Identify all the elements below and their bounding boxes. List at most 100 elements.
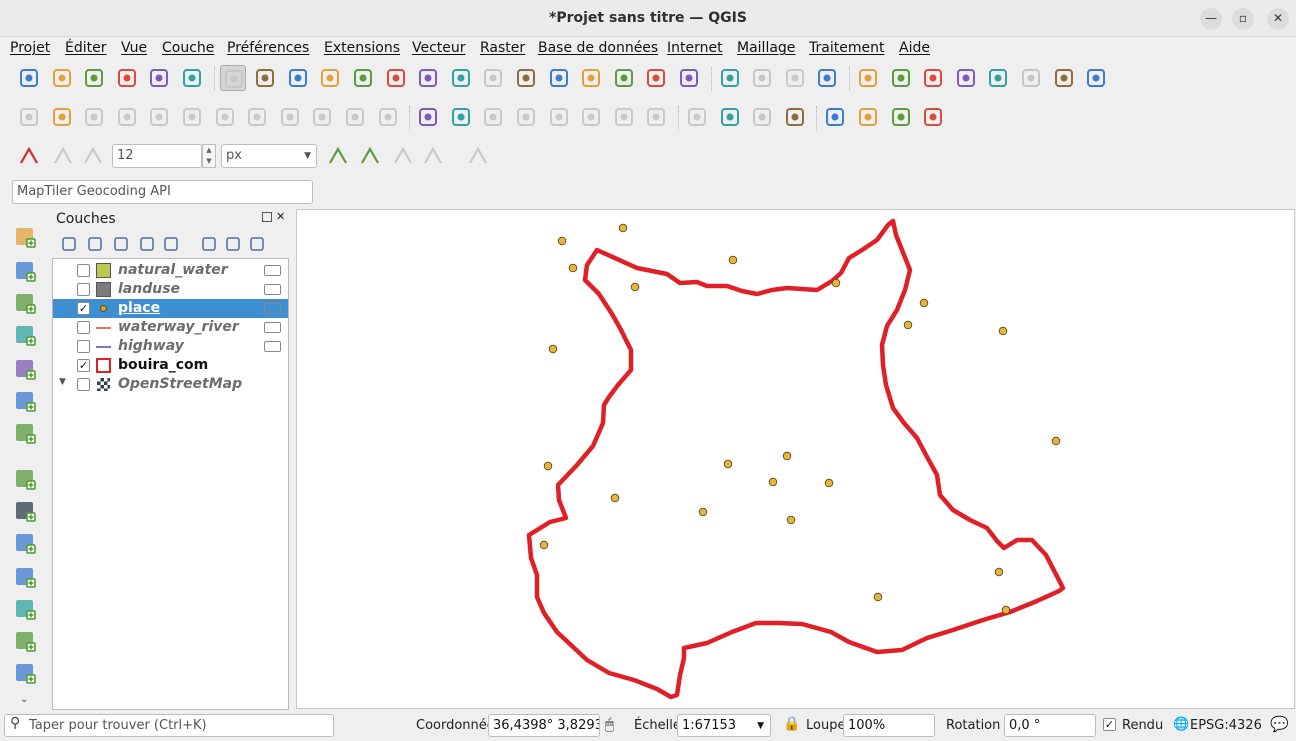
- wfs-icon[interactable]: [749, 104, 775, 130]
- open-project-icon[interactable]: [49, 65, 75, 91]
- identify-icon[interactable]: [855, 65, 881, 91]
- advanced-digitize-icon[interactable]: [357, 143, 383, 169]
- save-project-icon[interactable]: [81, 65, 107, 91]
- menu-internet[interactable]: Internet: [667, 40, 723, 56]
- add-xyz-icon[interactable]: [12, 564, 38, 590]
- menu-maillage[interactable]: Maillage: [737, 40, 795, 56]
- add-virtual-layer-icon[interactable]: [12, 420, 38, 446]
- snap-tolerance-input[interactable]: 12: [112, 144, 202, 168]
- zoom-to-layer-icon[interactable]: [415, 65, 441, 91]
- tracing-icon[interactable]: [325, 143, 351, 169]
- refresh-icon[interactable]: [676, 65, 702, 91]
- wms-icon[interactable]: [717, 104, 743, 130]
- statistics-icon[interactable]: [953, 65, 979, 91]
- menu-projet[interactable]: Projet: [10, 40, 50, 56]
- zoom-next-icon[interactable]: [513, 65, 539, 91]
- add-postgis-icon[interactable]: [12, 660, 38, 686]
- map-svg[interactable]: [297, 210, 1296, 710]
- deselect-icon[interactable]: [782, 65, 808, 91]
- add-group-icon[interactable]: [86, 235, 104, 253]
- merge-icon[interactable]: [465, 143, 491, 169]
- magnifier-field[interactable]: 100%: [843, 714, 935, 737]
- layer-row-landuse[interactable]: landuse: [53, 280, 288, 299]
- zoom-in-icon[interactable]: [285, 65, 311, 91]
- messages-icon[interactable]: 💬: [1270, 715, 1289, 733]
- locate-icon[interactable]: [1083, 65, 1109, 91]
- menu-préférences[interactable]: Préférences: [227, 40, 309, 56]
- paste-features-icon[interactable]: [309, 104, 335, 130]
- pan-icon[interactable]: [219, 65, 246, 91]
- render-checkbox[interactable]: ✓: [1103, 718, 1116, 731]
- select-features-icon[interactable]: [717, 65, 743, 91]
- copy-features-icon[interactable]: [277, 104, 303, 130]
- more-tools-chevron-icon[interactable]: ⌄: [20, 694, 28, 705]
- python-console-icon[interactable]: [822, 104, 848, 130]
- new-temporary-layer-icon[interactable]: [12, 530, 38, 556]
- new-geopackage-icon[interactable]: [12, 498, 38, 524]
- layer-row-place[interactable]: ✓ place: [53, 299, 288, 318]
- zoom-to-selection-icon[interactable]: [383, 65, 409, 91]
- modify-attributes-icon[interactable]: [179, 104, 205, 130]
- layer-visibility-checkbox[interactable]: [77, 378, 90, 391]
- move-label-icon[interactable]: [546, 104, 572, 130]
- menu-raster[interactable]: Raster: [480, 40, 525, 56]
- layer-visibility-checkbox[interactable]: [77, 340, 90, 353]
- delete-selected-icon[interactable]: [212, 104, 238, 130]
- zoom-full-icon[interactable]: [350, 65, 376, 91]
- menu-couche[interactable]: Couche: [162, 40, 214, 56]
- help-icon[interactable]: [855, 104, 881, 130]
- menu-traitement[interactable]: Traitement: [809, 40, 884, 56]
- menu-éditer[interactable]: Éditer: [65, 40, 106, 56]
- rotate-label-icon[interactable]: [578, 104, 604, 130]
- show-bookmarks-icon[interactable]: [578, 65, 604, 91]
- add-vector-layer-icon[interactable]: [12, 224, 38, 250]
- locator-search-input[interactable]: Taper pour trouver (Ctrl+K): [4, 714, 334, 737]
- new-bookmark-icon[interactable]: [546, 65, 572, 91]
- lock-scale-icon[interactable]: 🔒: [783, 716, 800, 732]
- digitize-icon[interactable]: [114, 104, 140, 130]
- coordinate-field[interactable]: 36,4398° 3,8293°: [488, 714, 600, 737]
- current-edits-icon[interactable]: [16, 104, 42, 130]
- rotation-field[interactable]: 0,0 °: [1004, 714, 1096, 737]
- layer-row-highway[interactable]: highway: [53, 337, 288, 356]
- map-tips-icon[interactable]: [1051, 65, 1077, 91]
- filter-indicator-icon[interactable]: [264, 284, 281, 295]
- mouse-coordinate-toggle-icon[interactable]: 🖱: [605, 715, 614, 733]
- add-raster-layer-icon[interactable]: [12, 258, 38, 284]
- manage-visibility-icon[interactable]: [112, 235, 130, 253]
- cut-features-icon[interactable]: [244, 104, 270, 130]
- clock-icon[interactable]: [643, 65, 669, 91]
- quickosm-icon[interactable]: [888, 104, 914, 130]
- menu-vue[interactable]: Vue: [121, 40, 147, 56]
- collapse-all-icon[interactable]: [224, 235, 242, 253]
- filter-indicator-icon[interactable]: [264, 341, 281, 352]
- scale-combo[interactable]: 1:67153 ▼: [677, 714, 771, 737]
- open-field-calculator-icon[interactable]: [985, 65, 1011, 91]
- zoom-native-icon[interactable]: [448, 65, 474, 91]
- filter-indicator-icon[interactable]: [264, 303, 281, 314]
- diagram-icon[interactable]: [684, 104, 710, 130]
- expand-all-icon[interactable]: [200, 235, 218, 253]
- add-mesh-layer-icon[interactable]: [12, 356, 38, 382]
- layer-visibility-checkbox[interactable]: ✓: [77, 302, 90, 315]
- snap-unit-select[interactable]: px ▼: [221, 144, 317, 168]
- map-canvas[interactable]: [296, 209, 1295, 709]
- layout-manager-icon[interactable]: [146, 65, 172, 91]
- layer-labeling-icon[interactable]: [448, 104, 474, 130]
- add-spatialite-icon[interactable]: [12, 322, 38, 348]
- expand-arrow-icon[interactable]: ▼: [59, 377, 66, 387]
- snap-vertex-icon[interactable]: [50, 143, 76, 169]
- geocoding-search-input[interactable]: MapTiler Geocoding API: [12, 180, 313, 204]
- layer-visibility-checkbox[interactable]: [77, 283, 90, 296]
- snap-tolerance-spinner[interactable]: ▲ ▼: [202, 144, 216, 168]
- remove-layer-icon[interactable]: [248, 235, 266, 253]
- add-wcs-icon[interactable]: [12, 628, 38, 654]
- layer-row-waterway-river[interactable]: waterway_river: [53, 318, 288, 337]
- select-location-icon[interactable]: [814, 65, 840, 91]
- menu-base-de-données[interactable]: Base de données: [538, 40, 658, 56]
- pin-labels-icon[interactable]: [480, 104, 506, 130]
- reshape-icon[interactable]: [390, 143, 416, 169]
- close-panel-icon[interactable]: ✕: [276, 210, 285, 223]
- snapping-icon[interactable]: [16, 143, 42, 169]
- zoom-last-icon[interactable]: [480, 65, 506, 91]
